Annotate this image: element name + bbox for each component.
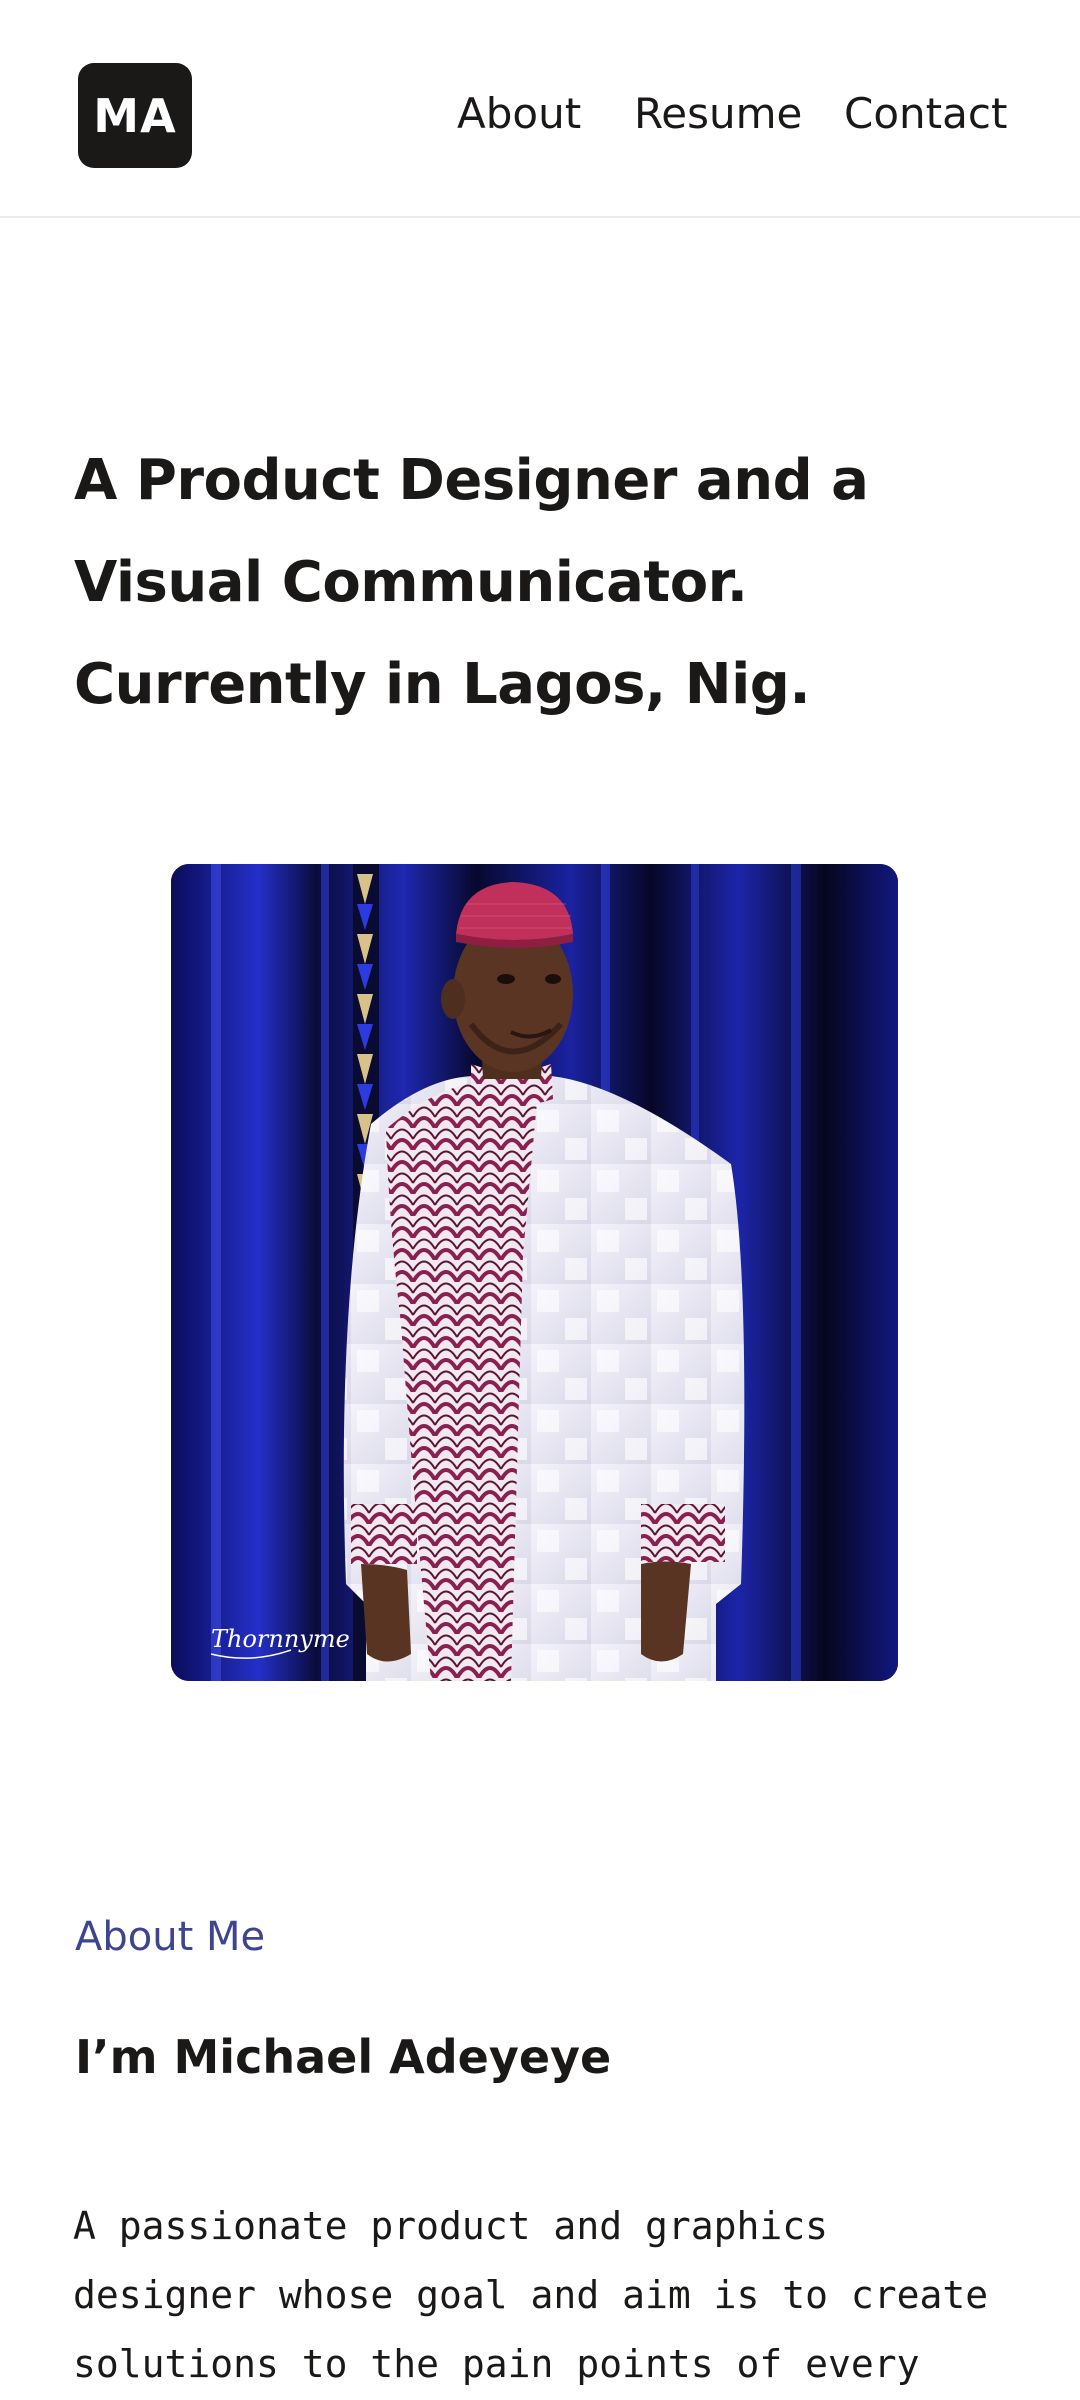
bio-line-2: designer whose goal and aim is to create [73, 2273, 989, 2317]
hero-line-3: Currently in Lagos, Nig. [74, 652, 811, 717]
nav-link-about[interactable]: About [457, 88, 581, 140]
nav-link-resume[interactable]: Resume [634, 88, 802, 140]
about-section-label: About Me [75, 1914, 266, 1960]
nav-link-contact[interactable]: Contact [844, 88, 1007, 140]
logo-home-link[interactable]: MA [78, 63, 192, 168]
bio-line-3: solutions to the pain points of every [73, 2342, 920, 2386]
about-bio: A passionate product and graphics design… [73, 2192, 1033, 2399]
profile-photo: Thornnyme [171, 864, 898, 1681]
photographer-signature: Thornnyme [211, 1625, 350, 1653]
hero-headline: A Product Designer and a Visual Communic… [74, 430, 1014, 736]
hero-line-1: A Product Designer and a [74, 448, 869, 513]
site-header: MA About Resume Contact [0, 0, 1080, 218]
hero-line-2: Visual Communicator. [74, 550, 748, 615]
bio-line-1: A passionate product and graphics [73, 2204, 828, 2248]
about-heading: I’m Michael Adeyeye [75, 2030, 612, 2084]
